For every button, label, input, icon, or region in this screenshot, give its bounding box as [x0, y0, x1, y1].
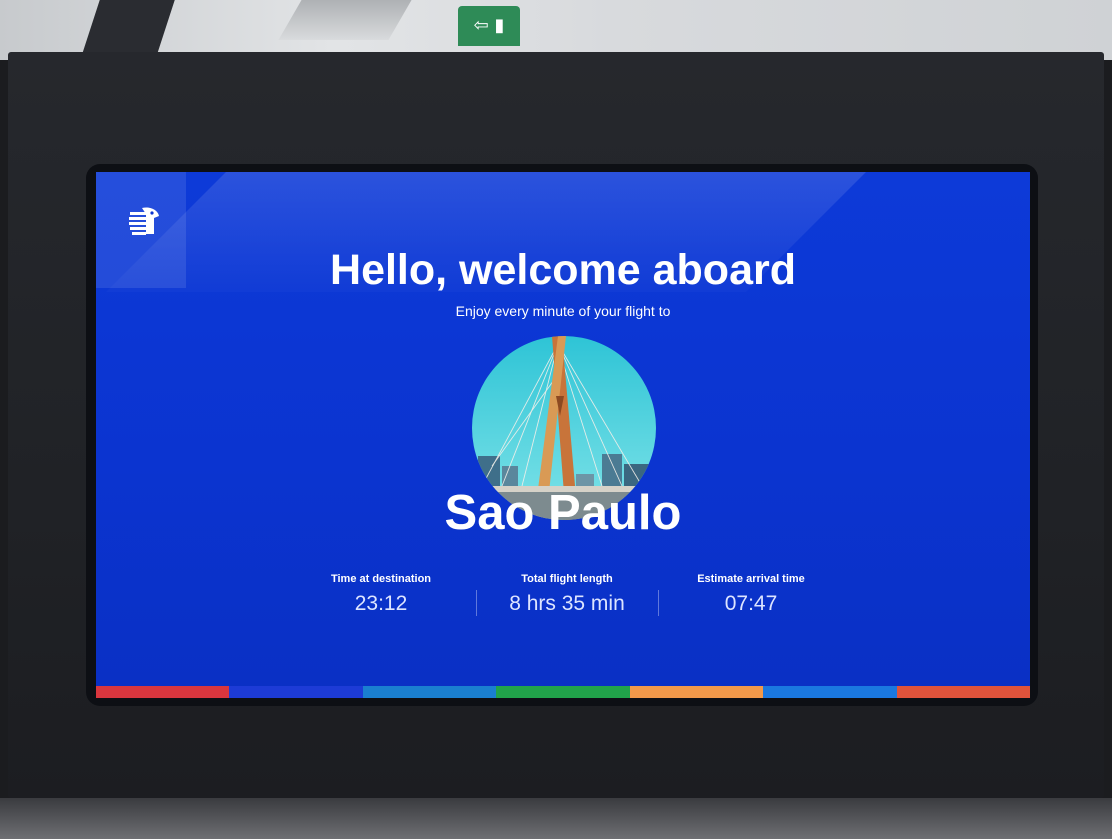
estimate-arrival-time: Estimate arrival time 07:47 [672, 572, 830, 616]
color-bar-segment [229, 686, 363, 698]
stat-label: Time at destination [330, 573, 432, 585]
brand-color-bar [96, 686, 1030, 698]
cabin-vent [278, 0, 412, 40]
welcome-screen: Hello, welcome aboard Enjoy every minute… [96, 172, 1030, 698]
stat-value: 23:12 [354, 592, 408, 615]
exit-sign: ⇦ ▮ [458, 6, 520, 46]
color-bar-segment [763, 686, 897, 698]
airline-eagle-logo-icon [129, 207, 159, 235]
exit-arrow-icon: ⇦ ▮ [473, 15, 505, 36]
stat-label: Total flight length [521, 573, 613, 585]
welcome-title: Hello, welcome aboard [330, 246, 796, 294]
destination-city: Sao Paulo [444, 486, 682, 540]
stat-value: 07:47 [724, 592, 778, 615]
total-flight-length: Total flight length 8 hrs 35 min [488, 572, 646, 616]
stat-label: Estimate arrival time [697, 573, 805, 585]
stat-divider [476, 590, 477, 616]
stat-divider [658, 590, 659, 616]
color-bar-segment [629, 686, 764, 698]
stat-value: 8 hrs 35 min [509, 592, 625, 615]
welcome-subtitle: Enjoy every minute of your flight to [455, 303, 671, 319]
color-bar-segment [896, 686, 1030, 698]
cabin-floor [0, 798, 1112, 839]
color-bar-segment [496, 686, 630, 698]
color-bar-segment [96, 686, 230, 698]
time-at-destination: Time at destination 23:12 [302, 572, 460, 616]
color-bar-segment [362, 686, 497, 698]
